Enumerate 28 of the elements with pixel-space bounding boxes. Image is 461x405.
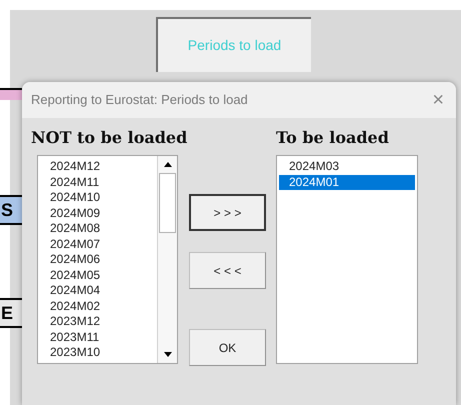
list-item[interactable]: 2024M11: [50, 174, 157, 190]
list-item[interactable]: 2024M08: [50, 221, 157, 236]
list-item[interactable]: 2024M09: [50, 206, 157, 221]
move-left-button[interactable]: < < <: [189, 252, 266, 289]
list-item[interactable]: 2024M12: [50, 159, 157, 174]
ok-button[interactable]: OK: [189, 329, 266, 366]
list-item[interactable]: 2024M06: [50, 252, 157, 268]
sheet-cell: S: [0, 195, 22, 225]
move-right-button[interactable]: > > >: [189, 194, 266, 231]
list-item[interactable]: 2024M07: [50, 236, 157, 252]
list-item[interactable]: 2024M04: [50, 283, 157, 298]
list-box[interactable]: 2024M03 2024M01: [276, 155, 418, 364]
sheet-cell: [0, 88, 22, 100]
scrollbar[interactable]: [157, 156, 177, 363]
list-item[interactable]: 2024M02: [50, 298, 157, 314]
list-item[interactable]: 2024M05: [50, 268, 157, 283]
list-item[interactable]: 2023M11: [50, 330, 157, 345]
list-item[interactable]: 2023M10: [50, 345, 157, 360]
list-item[interactable]: 2024M01: [279, 174, 415, 190]
scroll-thumb[interactable]: [159, 173, 176, 233]
list-item[interactable]: 2023M12: [50, 314, 157, 330]
list-item[interactable]: 2024M03: [279, 159, 415, 174]
list-heading: To be loaded: [276, 127, 389, 149]
sheet-cell: E: [0, 298, 22, 328]
dialog-title: Reporting to Eurostat: Periods to load: [31, 91, 248, 110]
list-heading: NOT to be loaded: [31, 127, 188, 149]
list-box[interactable]: 2024M12 2024M11 2024M10 2024M09 2024M08 2024M07 2024M06 2024M05 2024M04 2024M02 2023M12 2023M11 2023M10: [37, 155, 178, 364]
list-item[interactable]: 2024M10: [50, 190, 157, 206]
